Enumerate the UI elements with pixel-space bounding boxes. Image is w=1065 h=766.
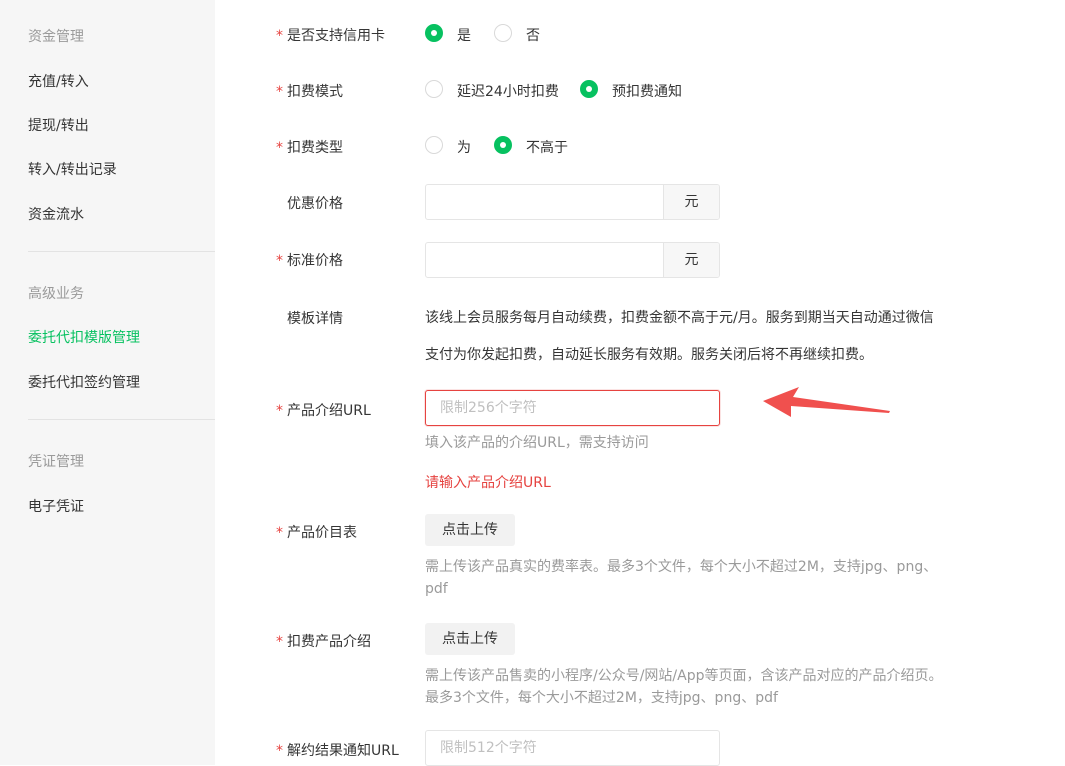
required-mark: * — [276, 743, 283, 759]
price-list-label: * 产品价目表 — [276, 522, 357, 542]
credit-card-label: * 是否支持信用卡 — [276, 25, 385, 45]
deduct-type-label-text: 扣费类型 — [287, 140, 343, 156]
cancel-notify-url-label: * 解约结果通知URL — [276, 740, 399, 760]
template-detail-line2: 支付为你发起扣费，自动延长服务有效期。服务关闭后将不再继续扣费。 — [425, 347, 873, 363]
red-arrow-icon — [763, 387, 890, 417]
product-url-label-text: 产品介绍URL — [287, 403, 371, 419]
product-url-field — [425, 390, 720, 426]
standard-price-unit: 元 — [663, 243, 719, 277]
deduct-mode-delay-label[interactable]: 延迟24小时扣费 — [457, 81, 559, 101]
deduct-mode-label-text: 扣费模式 — [287, 84, 343, 100]
product-intro-hint: 需上传该产品售卖的小程序/公众号/网站/App等页面，含该产品对应的产品介绍页。… — [425, 668, 943, 706]
credit-card-no-label[interactable]: 否 — [526, 25, 540, 45]
standard-price-label: * 标准价格 — [276, 250, 343, 270]
sidebar-item-contract-management[interactable]: 委托代扣签约管理 — [28, 372, 140, 392]
credit-card-yes-label[interactable]: 是 — [457, 25, 471, 45]
required-mark: * — [276, 634, 283, 650]
sidebar-item-e-voucher[interactable]: 电子凭证 — [28, 496, 84, 516]
credit-card-label-text: 是否支持信用卡 — [287, 28, 385, 44]
product-intro-upload-button[interactable]: 点击上传 — [425, 623, 515, 655]
standard-price-label-text: 标准价格 — [287, 253, 343, 269]
deduct-mode-notice-label[interactable]: 预扣费通知 — [612, 81, 682, 101]
sidebar-item-withdraw[interactable]: 提现/转出 — [28, 115, 89, 135]
deduct-mode-delay-radio[interactable] — [425, 80, 443, 98]
credit-card-yes-radio[interactable] — [425, 24, 443, 42]
cancel-notify-url-label-text: 解约结果通知URL — [287, 743, 399, 759]
sidebar-item-transfer-records[interactable]: 转入/转出记录 — [28, 159, 117, 179]
discount-price-label: 优惠价格 — [287, 196, 343, 212]
product-url-label: * 产品介绍URL — [276, 400, 371, 420]
price-list-label-text: 产品价目表 — [287, 525, 357, 541]
standard-price-input[interactable] — [426, 243, 694, 277]
sidebar-divider — [28, 419, 215, 420]
required-mark: * — [276, 28, 283, 44]
credit-card-no-radio[interactable] — [494, 24, 512, 42]
product-intro-label-text: 扣费产品介绍 — [287, 634, 371, 650]
template-detail-line1: 该线上会员服务每月自动续费，扣费金额不高于元/月。服务到期当天自动通过微信 — [425, 310, 934, 326]
required-mark: * — [276, 84, 283, 100]
product-url-input[interactable] — [426, 391, 719, 425]
deduct-type-label: * 扣费类型 — [276, 137, 343, 157]
deduct-type-equal-radio[interactable] — [425, 136, 443, 154]
sidebar-item-template-management[interactable]: 委托代扣模版管理 — [28, 327, 140, 347]
product-url-error: 请输入产品介绍URL — [425, 475, 551, 491]
required-mark: * — [276, 403, 283, 419]
template-detail-label: 模板详情 — [287, 311, 343, 327]
standard-price-field: 元 — [425, 242, 720, 278]
cancel-notify-url-field — [425, 730, 720, 766]
required-mark: * — [276, 253, 283, 269]
sidebar-divider — [28, 251, 215, 252]
required-mark: * — [276, 140, 283, 156]
deduct-type-max-radio[interactable] — [494, 136, 512, 154]
deduct-mode-notice-radio[interactable] — [580, 80, 598, 98]
deduct-mode-label: * 扣费模式 — [276, 81, 343, 101]
sidebar-heading-advanced: 高级业务 — [28, 286, 84, 302]
discount-price-field: 元 — [425, 184, 720, 220]
deduct-type-max-label[interactable]: 不高于 — [526, 137, 568, 157]
product-url-hint: 填入该产品的介绍URL，需支持访问 — [425, 435, 649, 451]
sidebar-heading-funds: 资金管理 — [28, 29, 84, 45]
sidebar-item-recharge[interactable]: 充值/转入 — [28, 71, 89, 91]
sidebar: 资金管理 充值/转入 提现/转出 转入/转出记录 资金流水 高级业务 委托代扣模… — [0, 0, 215, 765]
sidebar-heading-voucher: 凭证管理 — [28, 454, 84, 470]
required-mark: * — [276, 525, 283, 541]
price-list-upload-button[interactable]: 点击上传 — [425, 514, 515, 546]
discount-price-input[interactable] — [426, 185, 694, 219]
discount-price-unit: 元 — [663, 185, 719, 219]
cancel-notify-url-input[interactable] — [426, 731, 719, 765]
sidebar-item-fund-flow[interactable]: 资金流水 — [28, 204, 84, 224]
price-list-hint: 需上传该产品真实的费率表。最多3个文件，每个大小不超过2M，支持jpg、png、… — [425, 559, 938, 597]
product-intro-label: * 扣费产品介绍 — [276, 631, 371, 651]
deduct-type-equal-label[interactable]: 为 — [457, 137, 471, 157]
